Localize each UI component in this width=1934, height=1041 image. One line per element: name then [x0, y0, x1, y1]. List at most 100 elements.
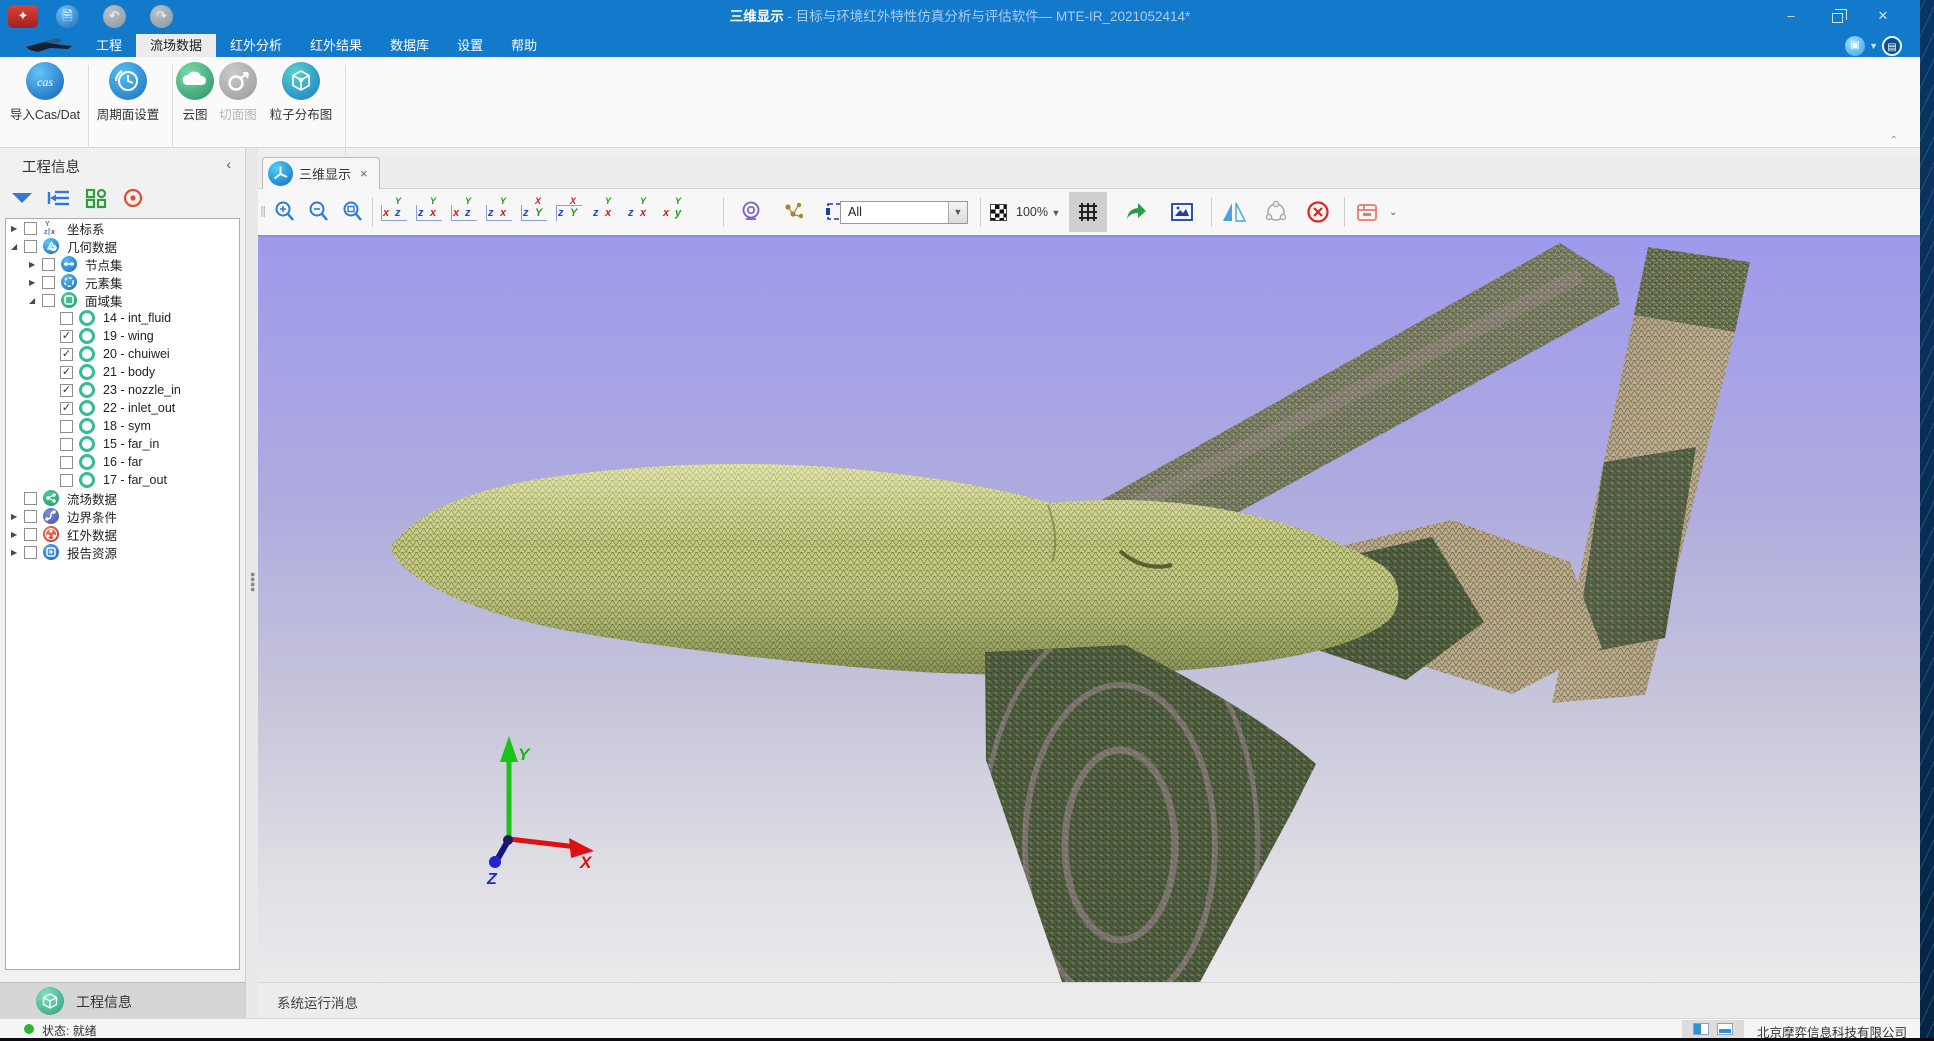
mirror-icon[interactable] — [1221, 199, 1247, 225]
particle-trace-icon[interactable] — [781, 199, 807, 225]
expand-arrow[interactable]: ▶ — [11, 224, 24, 233]
tree-item-label[interactable]: 19 - wing — [103, 329, 154, 343]
tree-row[interactable]: ✓ 21 - body — [6, 363, 239, 381]
menu-item-settings[interactable]: 设置 — [443, 34, 497, 57]
zoom-fit-icon[interactable] — [340, 199, 366, 225]
expand-arrow[interactable]: ◢ — [29, 296, 42, 305]
tree-item-label[interactable]: 坐标系 — [67, 219, 105, 238]
chevron-down-icon[interactable]: ⌄ — [1389, 207, 1397, 218]
checkbox[interactable] — [42, 276, 55, 289]
rotate-view-icon[interactable]: Yzx — [625, 197, 658, 227]
tree-item-label[interactable]: 面域集 — [85, 291, 123, 310]
tab-3d-display[interactable]: 三维显示 × — [262, 157, 380, 189]
tree-row[interactable]: ▶节点集 — [6, 255, 239, 273]
view-left-icon[interactable]: Yxz — [450, 197, 483, 227]
tree-row[interactable]: ✓20 - chuiwei — [6, 345, 239, 363]
toolbar-drag-handle[interactable]: ‖ — [260, 189, 266, 235]
tree-row[interactable]: ▶ 边界条件 — [6, 507, 239, 525]
tree-row[interactable]: ✓ 22 - inlet_out — [6, 399, 239, 417]
title-bar[interactable]: ✦ 🗎 ↶ ↷ 三维显示 - 目标与环境红外特性仿真分析与评估软件— MTE-I… — [0, 0, 1920, 34]
checkbox[interactable]: ✓ — [60, 330, 73, 343]
expand-arrow[interactable]: ▶ — [29, 278, 42, 287]
tree-row[interactable]: ◢ 面域集 — [6, 291, 239, 309]
chevron-down-icon[interactable]: ▼ — [948, 202, 967, 223]
3d-viewport[interactable]: Y X Z — [258, 237, 1920, 982]
filter-icon[interactable] — [10, 186, 34, 210]
tree-row[interactable]: ✓23 - nozzle_in — [6, 381, 239, 399]
group-view-icon[interactable] — [84, 186, 108, 210]
checkbox[interactable] — [60, 312, 73, 325]
display-filter-select[interactable]: All ▼ — [840, 201, 968, 224]
view-right-icon[interactable]: Yzx — [485, 197, 518, 227]
camera-icon[interactable] — [738, 199, 764, 225]
style-panel-icon[interactable]: ▣ — [1845, 36, 1865, 56]
snapshot-icon[interactable] — [1169, 199, 1195, 225]
expand-arrow[interactable]: ▶ — [29, 260, 42, 269]
view-back-icon[interactable]: Yzx — [415, 197, 448, 227]
checkbox[interactable]: ✓ — [60, 384, 73, 397]
checkbox[interactable] — [24, 492, 37, 505]
tree-item-label[interactable]: 18 - sym — [103, 419, 151, 433]
tree-row[interactable]: ◢ 几何数据 — [6, 237, 239, 255]
rotate-view-alt-icon[interactable]: Yxy — [660, 197, 693, 227]
checkbox[interactable] — [24, 510, 37, 523]
expand-arrow[interactable]: ▶ — [11, 548, 24, 557]
collapse-all-icon[interactable] — [47, 186, 71, 210]
tree-row[interactable]: 流场数据 — [6, 489, 239, 507]
expand-arrow[interactable]: ▶ — [11, 530, 24, 539]
menu-item-infrared-analysis[interactable]: 红外分析 — [216, 34, 296, 57]
tree-item-label[interactable]: 边界条件 — [67, 507, 117, 526]
tree-item-label[interactable]: 红外数据 — [67, 525, 117, 544]
save-view-icon[interactable] — [1354, 199, 1380, 225]
tree-item-label[interactable]: 21 - body — [103, 365, 155, 379]
zoom-in-icon[interactable] — [272, 199, 298, 225]
delete-icon[interactable] — [1305, 199, 1331, 225]
restore-button[interactable] — [1814, 0, 1860, 34]
view-front-icon[interactable]: Yxz — [380, 197, 413, 227]
view-top-icon[interactable]: XzY — [520, 197, 553, 227]
view-isometric-icon[interactable]: Yzx — [590, 197, 623, 227]
tree-row[interactable]: 17 - far_out — [6, 471, 239, 489]
minimize-button[interactable]: – — [1768, 0, 1814, 34]
panel-splitter[interactable]: ●●●● — [245, 148, 258, 1018]
close-button[interactable]: ✕ — [1860, 0, 1906, 34]
menu-item-database[interactable]: 数据库 — [376, 34, 443, 57]
expand-arrow[interactable]: ▶ — [11, 512, 24, 521]
tree-row[interactable]: ✓ 19 - wing — [6, 327, 239, 345]
checkbox[interactable] — [60, 474, 73, 487]
zoom-out-icon[interactable] — [306, 199, 332, 225]
expand-arrow[interactable]: ◢ — [11, 242, 24, 251]
tree-item-label[interactable]: 22 - inlet_out — [103, 401, 175, 415]
checkbox[interactable]: ✓ — [60, 348, 73, 361]
checkbox[interactable] — [24, 222, 37, 235]
tree-row[interactable]: ▶ 元素集 — [6, 273, 239, 291]
checkbox[interactable] — [24, 546, 37, 559]
tree-row[interactable]: ▶报告资源 — [6, 543, 239, 561]
tree-item-label[interactable]: 16 - far — [103, 455, 143, 469]
manual-icon[interactable]: ▤ — [1882, 36, 1902, 56]
tree-row[interactable]: ▶ 红外数据 — [6, 525, 239, 543]
ribbon-collapse-icon[interactable]: ⌃ — [1890, 135, 1898, 146]
layout-bottom-panel-icon[interactable] — [1717, 1023, 1733, 1035]
zoom-level-dropdown[interactable]: 100% ▼ — [1016, 205, 1060, 219]
tree-row[interactable]: 15 - far_in — [6, 435, 239, 453]
tree-item-label[interactable]: 17 - far_out — [103, 473, 167, 487]
layout-left-panel-icon[interactable] — [1693, 1023, 1709, 1035]
menu-item-flow-field-data[interactable]: 流场数据 — [136, 34, 216, 57]
tree-item-label[interactable]: 元素集 — [85, 273, 123, 292]
tab-close-icon[interactable]: × — [360, 166, 368, 181]
tree-item-label[interactable]: 14 - int_fluid — [103, 311, 171, 325]
checkbox[interactable] — [24, 528, 37, 541]
view-bottom-icon[interactable]: XzY — [555, 197, 588, 227]
ring-nodes-icon[interactable] — [1263, 199, 1289, 225]
tree-item-label[interactable]: 几何数据 — [67, 237, 117, 256]
transparency-icon[interactable] — [990, 204, 1007, 221]
checkbox[interactable]: ✓ — [60, 402, 73, 415]
menu-item-infrared-results[interactable]: 红外结果 — [296, 34, 376, 57]
checkbox[interactable] — [60, 456, 73, 469]
menu-item-engineering[interactable]: 工程 — [82, 34, 136, 57]
import-cas-dat-button[interactable]: cas 导入Cas/Dat — [0, 60, 90, 123]
tree-row[interactable]: 16 - far — [6, 453, 239, 471]
checkbox[interactable]: ✓ — [60, 366, 73, 379]
tree-row[interactable]: 18 - sym — [6, 417, 239, 435]
